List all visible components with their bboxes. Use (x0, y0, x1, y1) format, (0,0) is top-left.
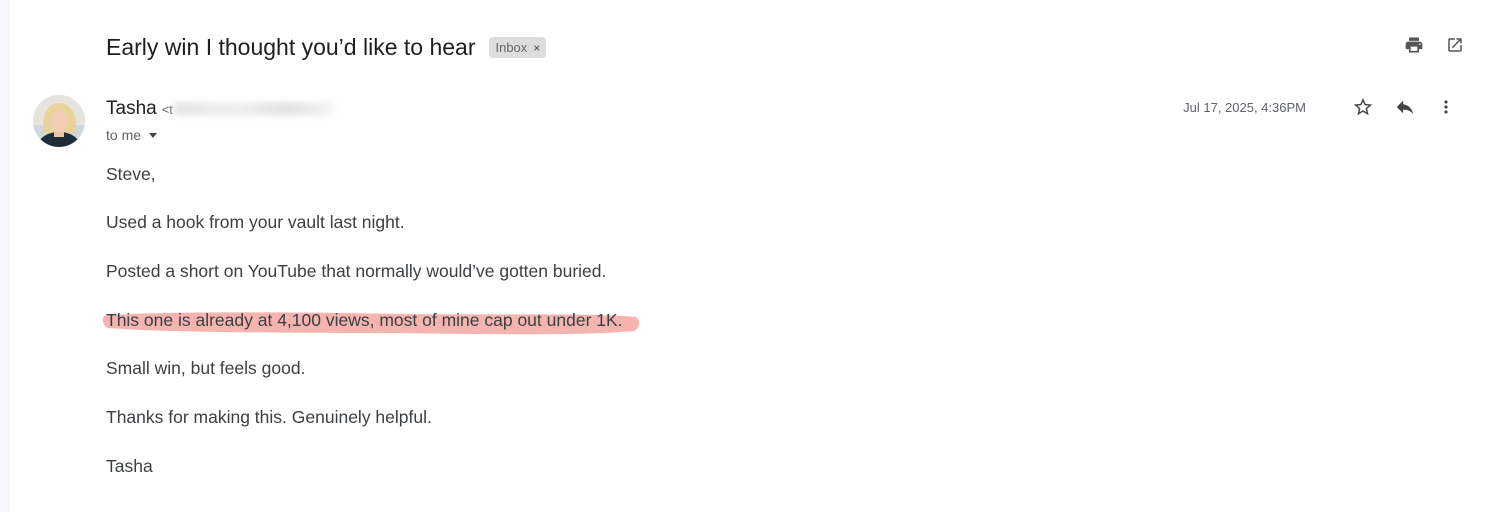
body-paragraph: Thanks for making this. Genuinely helpfu… (106, 407, 432, 427)
more-options-icon[interactable] (1436, 97, 1456, 117)
print-icon[interactable] (1404, 35, 1424, 55)
reply-icon[interactable] (1394, 96, 1416, 118)
message-date: Jul 17, 2025, 4:36PM (1183, 99, 1306, 115)
body-paragraph: Posted a short on YouTube that normally … (106, 261, 607, 281)
redacted-email-blur (173, 102, 334, 116)
sender-email-prefix: <t (161, 101, 173, 117)
label-text: Inbox (495, 40, 528, 55)
body-paragraph: Used a hook from your vault last night. (106, 212, 405, 232)
sender-name[interactable]: Tasha (106, 98, 157, 120)
star-icon[interactable] (1352, 96, 1374, 118)
chevron-down-icon[interactable] (149, 132, 158, 138)
sender-email: <t (162, 102, 334, 117)
body-paragraph: Small win, but feels good. (106, 358, 306, 378)
email-subject: Early win I thought you’d like to hear (106, 34, 476, 60)
thread-toolbar (1404, 35, 1464, 55)
sender-row: Tasha <t (106, 98, 334, 120)
open-in-new-window-icon[interactable] (1446, 36, 1464, 54)
highlighted-paragraph: This one is already at 4,100 views, most… (100, 306, 642, 338)
remove-label-button[interactable]: × (533, 41, 540, 55)
highlighted-text: This one is already at 4,100 views, most… (106, 310, 623, 330)
left-panel-edge (0, 0, 10, 512)
signature-line: Tasha (106, 456, 153, 476)
subject-row: Early win I thought you’d like to hear I… (106, 34, 547, 61)
message-actions: Jul 17, 2025, 4:36PM (1183, 96, 1456, 118)
recipient-details-toggle[interactable]: to me (106, 127, 158, 143)
sender-avatar[interactable] (33, 95, 85, 147)
greeting-line: Steve, (106, 164, 156, 184)
recipient-text: to me (106, 127, 142, 143)
inbox-label-chip[interactable]: Inbox × (489, 37, 547, 58)
